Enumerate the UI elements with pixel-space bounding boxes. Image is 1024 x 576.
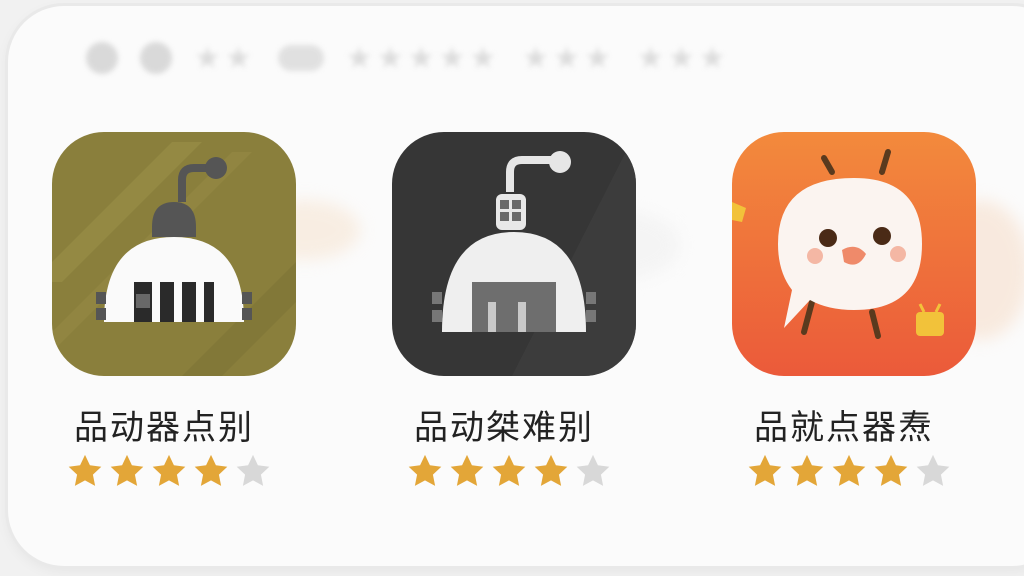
star-filled-icon xyxy=(194,454,228,486)
star-empty-icon xyxy=(236,454,270,486)
app-card[interactable]: 品就点器焘 xyxy=(730,130,990,510)
star-empty-icon xyxy=(576,454,610,486)
app-grid: 品动器点别 品动桀难别 品就点器焘 xyxy=(50,130,1010,510)
blurred-dot xyxy=(86,42,118,74)
star-filled-icon xyxy=(534,454,568,486)
star-filled-icon xyxy=(492,454,526,486)
star-filled-icon xyxy=(874,454,908,486)
speech-bubble-bird-icon[interactable] xyxy=(732,132,976,376)
blurred-badge xyxy=(277,45,324,71)
star-rating xyxy=(406,452,612,490)
app-name[interactable]: 品就点器焘 xyxy=(754,400,934,449)
star-filled-icon xyxy=(790,454,824,486)
star-filled-icon xyxy=(748,454,782,486)
star-filled-icon xyxy=(68,454,102,486)
blurred-stars: ★★★★★ xyxy=(345,40,501,76)
blurred-header: ★★ ★★★★★ ★★★ ★★★ xyxy=(86,32,1024,84)
star-filled-icon xyxy=(450,454,484,486)
robot-dome-dark-icon[interactable] xyxy=(392,132,636,376)
blurred-stars: ★★★ xyxy=(636,40,730,76)
app-name[interactable]: 品动器点别 xyxy=(74,400,254,449)
blurred-stars: ★★ xyxy=(194,40,256,76)
blurred-dot xyxy=(140,42,172,74)
star-rating xyxy=(66,452,272,490)
app-name[interactable]: 品动桀难别 xyxy=(414,400,594,449)
blurred-stars: ★★★ xyxy=(522,40,615,76)
app-card[interactable]: 品动桀难别 xyxy=(390,130,650,510)
star-filled-icon xyxy=(408,454,442,486)
star-filled-icon xyxy=(832,454,866,486)
star-filled-icon xyxy=(152,454,186,486)
app-card[interactable]: 品动器点别 xyxy=(50,130,310,510)
star-filled-icon xyxy=(110,454,144,486)
star-rating xyxy=(746,452,952,490)
robot-dome-icon[interactable] xyxy=(52,132,296,376)
star-empty-icon xyxy=(916,454,950,486)
